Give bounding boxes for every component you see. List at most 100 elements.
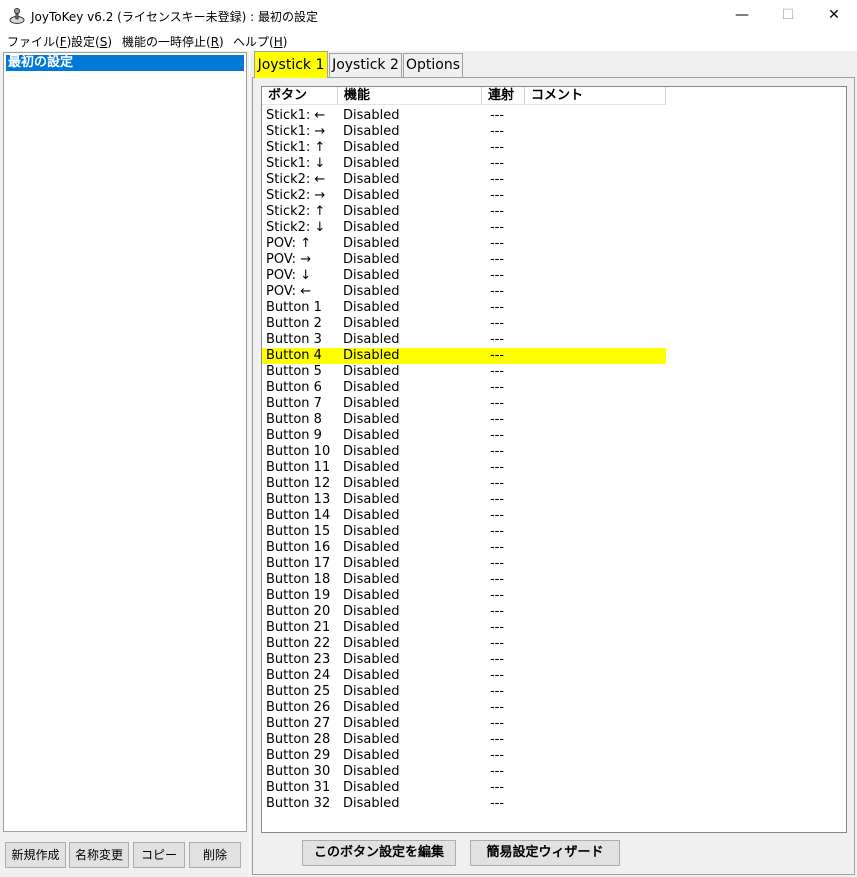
table-row[interactable]: Button 17 Disabled --- <box>262 556 666 572</box>
table-row[interactable]: Stick2: ↓ Disabled --- <box>262 220 666 236</box>
profile-item[interactable]: 最初の設定 <box>6 55 244 71</box>
row-rapid-fire: --- <box>490 364 505 379</box>
row-button-name: Button 11 <box>266 460 331 475</box>
row-button-name: Button 2 <box>266 316 322 331</box>
table-row[interactable]: Stick1: ↓ Disabled --- <box>262 156 666 172</box>
menu-help[interactable]: ヘルプ(H) <box>233 33 287 50</box>
table-row[interactable]: Button 13 Disabled --- <box>262 492 666 508</box>
table-row[interactable]: Stick2: ← Disabled --- <box>262 172 666 188</box>
column-header-comment[interactable]: コメント <box>525 87 666 105</box>
table-row[interactable]: Button 11 Disabled --- <box>262 460 666 476</box>
row-button-name: Button 19 <box>266 588 331 603</box>
table-row[interactable]: Button 27 Disabled --- <box>262 716 666 732</box>
delete-profile-button[interactable]: 削除 <box>189 842 241 868</box>
row-function: Disabled <box>343 588 400 603</box>
row-function: Disabled <box>343 748 400 763</box>
row-function: Disabled <box>343 700 400 715</box>
table-row[interactable]: Button 28 Disabled --- <box>262 732 666 748</box>
table-row[interactable]: Button 3 Disabled --- <box>262 332 666 348</box>
table-row[interactable]: Button 10 Disabled --- <box>262 444 666 460</box>
table-row[interactable]: Button 9 Disabled --- <box>262 428 666 444</box>
table-row[interactable]: Button 31 Disabled --- <box>262 780 666 796</box>
table-row[interactable]: POV: ↓ Disabled --- <box>262 268 666 284</box>
row-rapid-fire: --- <box>490 156 505 171</box>
table-row[interactable]: Button 29 Disabled --- <box>262 748 666 764</box>
table-row[interactable]: Button 6 Disabled --- <box>262 380 666 396</box>
table-row[interactable]: Button 15 Disabled --- <box>262 524 666 540</box>
table-row[interactable]: Button 4 Disabled --- <box>262 348 666 364</box>
row-function: Disabled <box>343 652 400 667</box>
new-profile-button[interactable]: 新規作成 <box>5 842 66 868</box>
row-rapid-fire: --- <box>490 348 505 363</box>
title-bar: JoyToKey v6.2 (ライセンスキー未登録) : 最初の設定 — ☐ ✕ <box>0 0 857 31</box>
row-function: Disabled <box>343 396 400 411</box>
menu-settings[interactable]: 設定(S) <box>71 33 112 50</box>
table-row[interactable]: Button 26 Disabled --- <box>262 700 666 716</box>
table-row[interactable]: Button 14 Disabled --- <box>262 508 666 524</box>
table-row[interactable]: POV: ← Disabled --- <box>262 284 666 300</box>
table-row[interactable]: Button 23 Disabled --- <box>262 652 666 668</box>
copy-profile-button[interactable]: コピー <box>133 842 185 868</box>
edit-button-settings-button[interactable]: このボタン設定を編集 <box>302 840 456 866</box>
button-assignment-list[interactable]: ボタン 機能 連射 コメント Stick1: ← Disabled --- Stick… <box>261 86 847 833</box>
table-row[interactable]: Button 19 Disabled --- <box>262 588 666 604</box>
tab-options[interactable]: Options <box>403 53 463 77</box>
profile-list[interactable]: 最初の設定 <box>3 52 247 832</box>
column-header-rapid-fire[interactable]: 連射 <box>482 87 525 105</box>
table-row[interactable]: Stick2: → Disabled --- <box>262 188 666 204</box>
table-row[interactable]: Button 18 Disabled --- <box>262 572 666 588</box>
table-row[interactable]: POV: ↑ Disabled --- <box>262 236 666 252</box>
table-row[interactable]: Button 1 Disabled --- <box>262 300 666 316</box>
row-button-name: Stick2: ← <box>266 172 326 187</box>
table-row[interactable]: Button 24 Disabled --- <box>262 668 666 684</box>
column-header-button[interactable]: ボタン <box>262 87 338 105</box>
table-row[interactable]: Button 32 Disabled --- <box>262 796 666 812</box>
tab-joystick-2[interactable]: Joystick 2 <box>329 53 402 77</box>
column-header-function[interactable]: 機能 <box>338 87 482 105</box>
menu-pause[interactable]: 機能の一時停止(R) <box>122 33 224 50</box>
row-rapid-fire: --- <box>490 140 505 155</box>
table-row[interactable]: Button 16 Disabled --- <box>262 540 666 556</box>
table-row[interactable]: Stick1: ← Disabled --- <box>262 108 666 124</box>
table-row[interactable]: Button 12 Disabled --- <box>262 476 666 492</box>
table-row[interactable]: Stick1: → Disabled --- <box>262 124 666 140</box>
row-rapid-fire: --- <box>490 668 505 683</box>
table-row[interactable]: Button 30 Disabled --- <box>262 764 666 780</box>
row-function: Disabled <box>343 780 400 795</box>
row-rapid-fire: --- <box>490 124 505 139</box>
table-row[interactable]: Button 5 Disabled --- <box>262 364 666 380</box>
minimize-button[interactable]: — <box>719 0 765 31</box>
row-button-name: Button 17 <box>266 556 331 571</box>
maximize-button[interactable]: ☐ <box>765 0 811 31</box>
row-function: Disabled <box>343 444 400 459</box>
row-function: Disabled <box>343 556 400 571</box>
table-row[interactable]: Button 8 Disabled --- <box>262 412 666 428</box>
table-row[interactable]: Button 20 Disabled --- <box>262 604 666 620</box>
tab-joystick-1[interactable]: Joystick 1 <box>254 51 328 78</box>
row-rapid-fire: --- <box>490 380 505 395</box>
row-function: Disabled <box>343 492 400 507</box>
table-row[interactable]: Button 7 Disabled --- <box>262 396 666 412</box>
table-row[interactable]: Button 22 Disabled --- <box>262 636 666 652</box>
table-row[interactable]: Stick1: ↑ Disabled --- <box>262 140 666 156</box>
table-row[interactable]: POV: → Disabled --- <box>262 252 666 268</box>
table-row[interactable]: Button 21 Disabled --- <box>262 620 666 636</box>
joystick-app-icon <box>9 8 25 24</box>
close-button[interactable]: ✕ <box>811 0 857 31</box>
row-function: Disabled <box>343 796 400 811</box>
table-row[interactable]: Button 2 Disabled --- <box>262 316 666 332</box>
row-function: Disabled <box>343 220 400 235</box>
setup-wizard-button[interactable]: 簡易設定ウィザード <box>470 840 620 866</box>
row-rapid-fire: --- <box>490 236 505 251</box>
row-button-name: Button 9 <box>266 428 322 443</box>
row-button-name: Button 16 <box>266 540 331 555</box>
row-function: Disabled <box>343 716 400 731</box>
row-rapid-fire: --- <box>490 780 505 795</box>
rename-profile-button[interactable]: 名称変更 <box>69 842 129 868</box>
row-button-name: Stick2: → <box>266 188 326 203</box>
menu-file[interactable]: ファイル(F) <box>7 33 71 50</box>
table-row[interactable]: Button 25 Disabled --- <box>262 684 666 700</box>
menu-settings-label: 設定( <box>71 35 100 49</box>
table-row[interactable]: Stick2: ↑ Disabled --- <box>262 204 666 220</box>
row-button-name: Button 5 <box>266 364 322 379</box>
